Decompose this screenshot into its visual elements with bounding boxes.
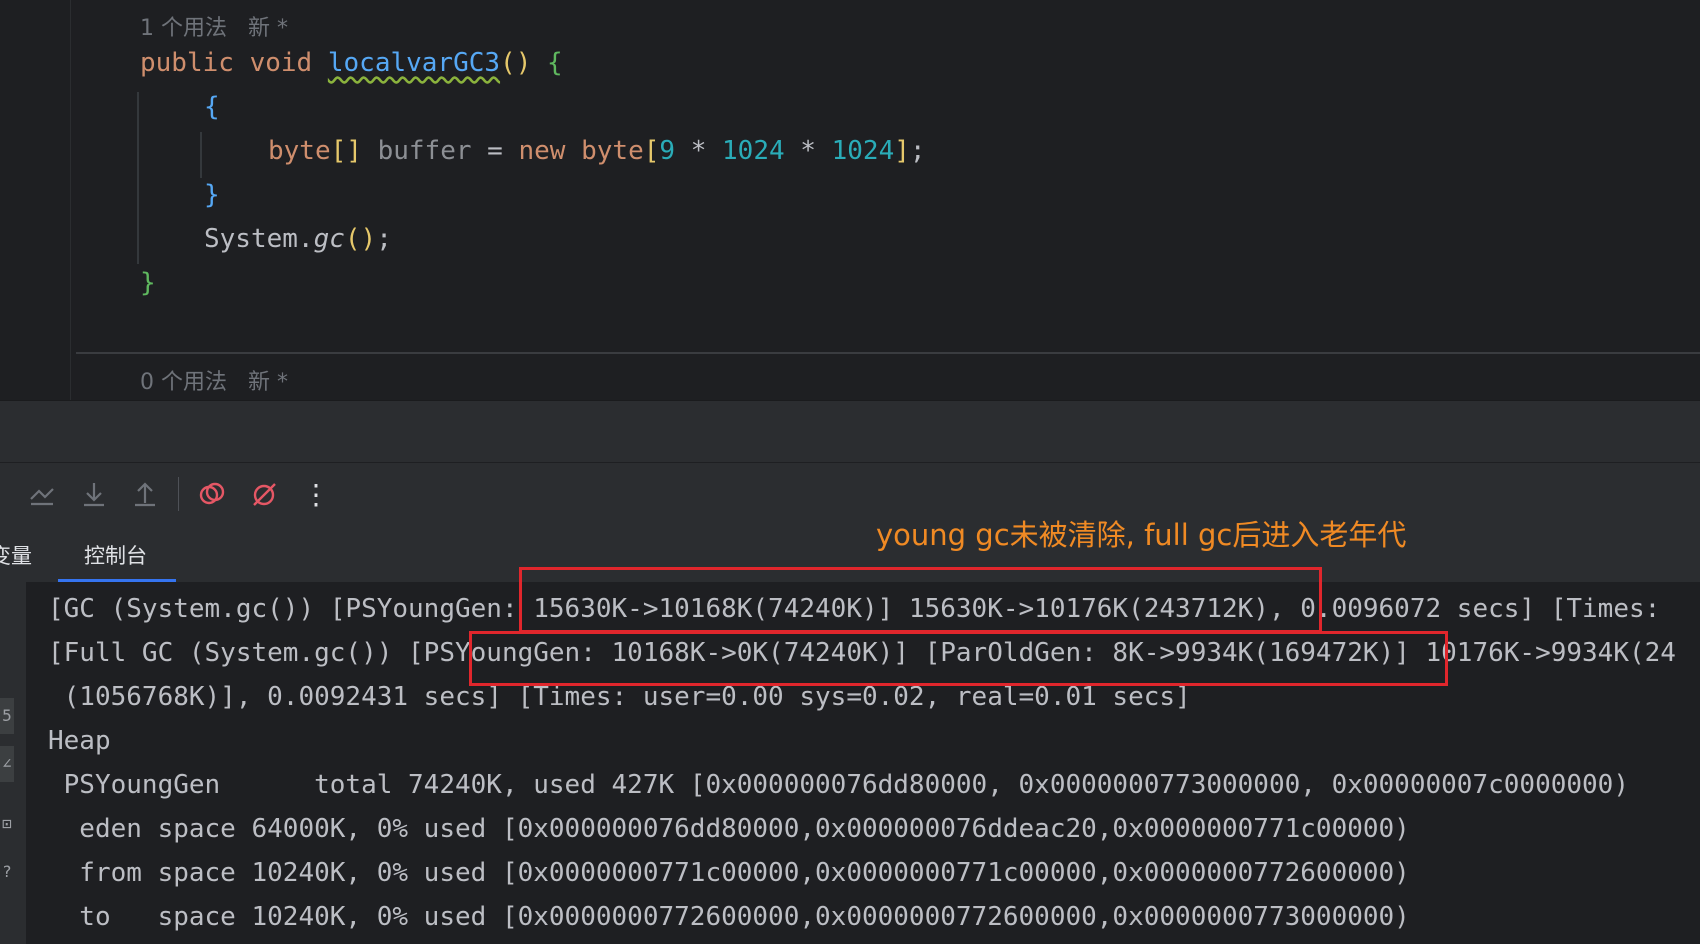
restart-icon-glyph bbox=[199, 482, 225, 505]
highlight-box-full-gc bbox=[469, 631, 1448, 686]
block-close-line[interactable]: } bbox=[204, 180, 220, 210]
stop-icon-glyph bbox=[253, 483, 276, 506]
console-line-psyounggen: PSYoungGen total 74240K, used 427K [0x00… bbox=[48, 770, 1629, 800]
block-open-line[interactable]: { bbox=[204, 92, 220, 122]
gc-call-line[interactable]: System.gc(); bbox=[204, 224, 392, 254]
panel-header-band bbox=[0, 400, 1700, 463]
method-open-brace: { bbox=[547, 48, 563, 78]
right-bracket: ] bbox=[894, 136, 910, 166]
method-separator bbox=[76, 352, 1700, 354]
keyword-new: new bbox=[518, 136, 566, 166]
code-editor[interactable]: 1 个用法 新 * public void localvarGC3() { { … bbox=[0, 0, 1700, 400]
soft-wrap-icon[interactable] bbox=[25, 477, 59, 511]
stop-icon[interactable] bbox=[247, 477, 281, 511]
scroll-up-icon-glyph bbox=[135, 482, 155, 507]
method-name[interactable]: localvarGC3 bbox=[328, 48, 500, 78]
more-icon[interactable]: ⋮ bbox=[299, 477, 333, 511]
indent-guide-outer bbox=[137, 92, 139, 264]
keyword-public: public bbox=[140, 48, 234, 78]
scroll-down-icon-glyph bbox=[84, 483, 104, 507]
restart-icon[interactable] bbox=[195, 477, 229, 511]
usages-hint-bottom[interactable]: 0 个用法 新 * bbox=[140, 364, 288, 396]
block-open-brace: { bbox=[204, 92, 220, 122]
console-line-eden: eden space 64000K, 0% used [0x000000076d… bbox=[48, 814, 1410, 844]
console-gutter: 5 ∠ ⊡ ? bbox=[0, 582, 26, 944]
assign-op: = bbox=[487, 136, 503, 166]
gc-parens: () bbox=[344, 224, 377, 254]
gutter-tag-2: ∠ bbox=[0, 746, 14, 782]
toolbar-separator bbox=[178, 477, 179, 511]
console-line-to: to space 10240K, 0% used [0x000000077260… bbox=[48, 902, 1410, 932]
method-declaration-line[interactable]: public void localvarGC3() { bbox=[140, 48, 563, 78]
gutter-divider bbox=[70, 0, 71, 400]
console-line-full-gc-cont: (1056768K)], 0.0092431 secs] [Times: use… bbox=[48, 682, 1191, 712]
multiply-op-1: * bbox=[690, 136, 707, 166]
highlight-box-young-gc bbox=[519, 567, 1322, 633]
scroll-down-icon[interactable] bbox=[77, 477, 111, 511]
variable-buffer: buffer bbox=[377, 136, 472, 166]
indent-guide-inner bbox=[200, 132, 202, 178]
multiply-op-2: * bbox=[800, 136, 816, 166]
console-line-heap: Heap bbox=[48, 726, 111, 756]
tab-variables[interactable]: 变量 bbox=[0, 540, 32, 570]
annotation-text: young gc未被清除, full gc后进入老年代 bbox=[876, 518, 1407, 552]
number-1024-b: 1024 bbox=[831, 136, 895, 166]
array-brackets: [] bbox=[330, 136, 362, 166]
gutter-tag-1: 5 bbox=[0, 698, 14, 734]
tab-console[interactable]: 控制台 bbox=[84, 540, 147, 570]
semicolon: ; bbox=[909, 136, 926, 166]
number-9: 9 bbox=[659, 136, 676, 166]
gutter-tag-3: ⊡ bbox=[2, 814, 12, 833]
method-close-line[interactable]: } bbox=[140, 268, 156, 298]
method-parens: () bbox=[500, 48, 532, 78]
type-byte-2: byte bbox=[581, 136, 644, 166]
usages-hint-top[interactable]: 1 个用法 新 * bbox=[140, 10, 288, 42]
console-toolbar: ⋮ bbox=[0, 462, 1700, 525]
gc-method: gc bbox=[313, 224, 345, 254]
scroll-up-icon[interactable] bbox=[128, 477, 162, 511]
left-bracket: [ bbox=[643, 136, 660, 166]
gc-semicolon: ; bbox=[376, 224, 392, 254]
system-class: System. bbox=[204, 224, 314, 254]
gutter-tag-4: ? bbox=[2, 862, 12, 881]
soft-wrap-icon-glyph bbox=[30, 488, 54, 506]
console-line-from: from space 10240K, 0% used [0x0000000771… bbox=[48, 858, 1410, 888]
method-close-brace: } bbox=[140, 268, 156, 298]
buffer-allocation-line[interactable]: byte[] buffer = new byte[9 * 1024 * 1024… bbox=[268, 136, 926, 166]
keyword-void: void bbox=[249, 48, 313, 78]
number-1024-a: 1024 bbox=[722, 136, 785, 166]
block-close-brace: } bbox=[204, 180, 220, 210]
type-byte: byte bbox=[268, 136, 331, 166]
